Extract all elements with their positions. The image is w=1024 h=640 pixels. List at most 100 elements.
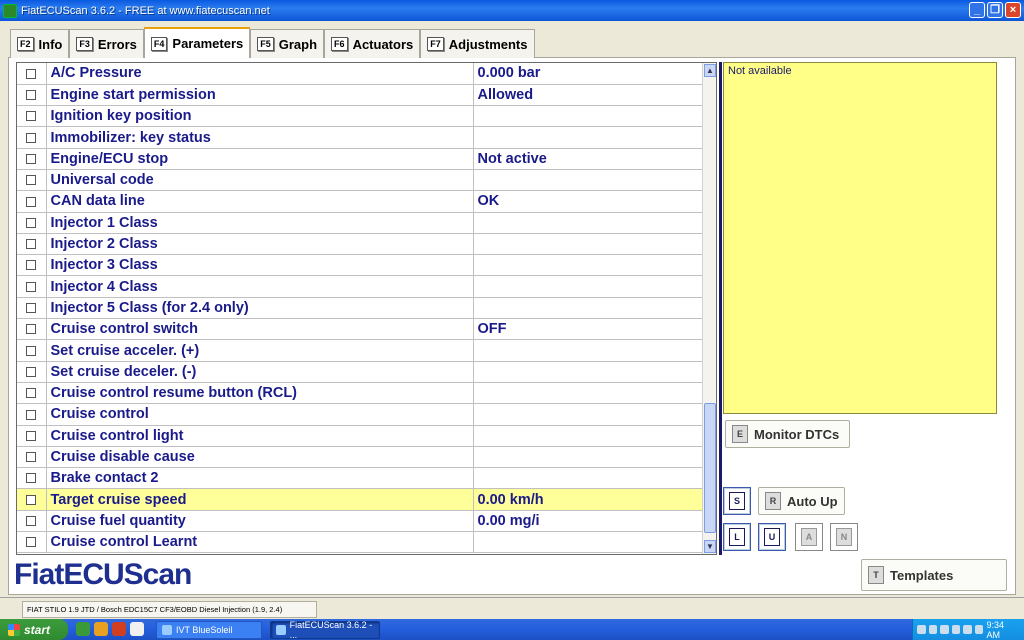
table-row[interactable]: Set cruise acceler. (+) <box>17 339 703 362</box>
quick-launch-icon[interactable] <box>76 622 90 636</box>
table-row[interactable]: Target cruise speed 0.00 km/h <box>17 488 703 511</box>
row-checkbox-cell <box>17 339 47 362</box>
row-checkbox[interactable] <box>26 494 37 505</box>
table-row[interactable]: Immobilizer: key status <box>17 126 703 149</box>
row-checkbox[interactable] <box>26 196 37 207</box>
row-checkbox[interactable] <box>26 68 37 79</box>
parameter-value <box>473 169 703 192</box>
row-checkbox[interactable] <box>26 154 37 164</box>
row-checkbox-cell <box>17 212 47 234</box>
table-row[interactable]: Injector 5 Class (for 2.4 only) <box>17 297 703 320</box>
tray-icon[interactable] <box>917 625 926 634</box>
templates-button[interactable]: T Templates <box>861 559 1007 591</box>
auto-up-button[interactable]: R Auto Up <box>758 487 845 515</box>
parameter-name: Injector 2 Class <box>46 233 474 256</box>
table-row[interactable]: Cruise control Learnt <box>17 531 703 554</box>
l-button[interactable]: L <box>723 523 751 551</box>
row-checkbox[interactable] <box>26 281 37 292</box>
row-checkbox-cell <box>17 318 47 341</box>
row-checkbox[interactable] <box>26 303 37 314</box>
table-row[interactable]: Cruise fuel quantity 0.00 mg/i <box>17 510 703 533</box>
taskbar-item-fiatecuscan[interactable]: FiatECUScan 3.6.2 - ... <box>270 620 380 640</box>
minimize-button[interactable]: _ <box>969 2 985 18</box>
row-checkbox[interactable] <box>26 430 37 441</box>
s-button[interactable]: S <box>723 487 751 515</box>
app-logo: FiatECUScan <box>14 558 192 591</box>
row-checkbox[interactable] <box>26 452 37 463</box>
row-checkbox[interactable] <box>26 324 37 335</box>
tab-key: F4 <box>150 36 168 51</box>
table-row[interactable]: Cruise control switch OFF <box>17 318 703 341</box>
tab-adjustments[interactable]: F7 Adjustments <box>420 29 535 58</box>
tab-label: Errors <box>97 36 137 52</box>
row-checkbox[interactable] <box>26 388 37 399</box>
a-button[interactable]: A <box>795 523 823 551</box>
row-checkbox[interactable] <box>26 90 37 101</box>
table-row[interactable]: Injector 2 Class <box>17 233 703 256</box>
maximize-button[interactable]: ❐ <box>987 2 1003 18</box>
app-icon <box>276 625 286 635</box>
windows-flag-icon <box>8 623 20 636</box>
row-checkbox[interactable] <box>26 111 37 122</box>
tray-icon[interactable] <box>951 625 961 634</box>
u-button[interactable]: U <box>758 523 786 551</box>
scroll-thumb[interactable] <box>704 403 716 533</box>
quick-launch-icon[interactable] <box>112 622 126 636</box>
row-checkbox[interactable] <box>26 132 37 143</box>
quick-launch-icon[interactable] <box>94 622 108 636</box>
table-row[interactable]: Cruise control light <box>17 425 703 447</box>
parameter-name: A/C Pressure <box>46 63 474 85</box>
row-checkbox[interactable] <box>26 239 37 250</box>
tab-info[interactable]: F2 Info <box>10 29 70 58</box>
parameter-name: Cruise control switch <box>46 318 474 341</box>
button-label: Templates <box>890 567 954 583</box>
table-row[interactable]: Set cruise deceler. (-) <box>17 361 703 383</box>
scroll-down-arrow[interactable]: ▼ <box>704 540 716 553</box>
taskbar-item-bluesoleil[interactable]: IVT BlueSoleil <box>156 621 262 639</box>
scroll-up-arrow[interactable]: ▲ <box>704 64 716 77</box>
parameter-name: Ignition key position <box>46 105 474 128</box>
panel-splitter[interactable] <box>719 62 722 555</box>
tab-bar: F2 Info F3 Errors F4 Parameters F5 Graph… <box>10 27 535 58</box>
tab-graph[interactable]: F5 Graph <box>250 29 325 58</box>
row-checkbox[interactable] <box>26 516 37 527</box>
n-button[interactable]: N <box>830 523 858 551</box>
tab-errors[interactable]: F3 Errors <box>69 29 144 58</box>
row-checkbox[interactable] <box>26 175 37 186</box>
row-checkbox[interactable] <box>26 366 37 377</box>
table-row[interactable]: Cruise control <box>17 403 703 426</box>
table-row[interactable]: Universal code <box>17 169 703 192</box>
tab-label: Actuators <box>352 36 414 52</box>
parameter-name: Injector 4 Class <box>46 275 474 298</box>
system-tray: 9:34 AM <box>912 619 1024 640</box>
table-row[interactable]: Injector 4 Class <box>17 275 703 298</box>
table-row[interactable]: Injector 3 Class <box>17 254 703 277</box>
parameter-value <box>473 425 703 447</box>
table-row[interactable]: Cruise control resume button (RCL) <box>17 382 703 405</box>
table-row[interactable]: Ignition key position <box>17 105 703 128</box>
start-button[interactable]: start <box>0 619 68 640</box>
row-checkbox[interactable] <box>26 537 37 548</box>
table-row[interactable]: Engine start permission Allowed <box>17 84 703 107</box>
table-row[interactable]: Cruise disable cause <box>17 446 703 469</box>
tray-icon[interactable] <box>963 625 972 634</box>
table-row[interactable]: Injector 1 Class <box>17 212 703 234</box>
row-checkbox[interactable] <box>26 217 37 228</box>
tab-actuators[interactable]: F6 Actuators <box>324 29 421 58</box>
tray-icon[interactable] <box>974 625 984 634</box>
quick-launch-icon[interactable] <box>130 622 144 636</box>
table-row[interactable]: A/C Pressure 0.000 bar <box>17 63 703 85</box>
table-row[interactable]: CAN data line OK <box>17 190 703 213</box>
row-checkbox[interactable] <box>26 345 37 356</box>
table-row[interactable]: Brake contact 2 <box>17 467 703 490</box>
row-checkbox[interactable] <box>26 260 37 271</box>
row-checkbox[interactable] <box>26 409 37 420</box>
row-checkbox[interactable] <box>26 473 37 484</box>
table-row[interactable]: Engine/ECU stop Not active <box>17 148 703 170</box>
tray-icon[interactable] <box>928 625 938 634</box>
close-button[interactable]: × <box>1005 2 1021 18</box>
tab-parameters[interactable]: F4 Parameters <box>143 27 251 58</box>
vertical-scrollbar[interactable]: ▲ ▼ <box>702 63 716 554</box>
tray-icon[interactable] <box>940 625 949 634</box>
monitor-dtcs-button[interactable]: E Monitor DTCs <box>725 420 850 448</box>
